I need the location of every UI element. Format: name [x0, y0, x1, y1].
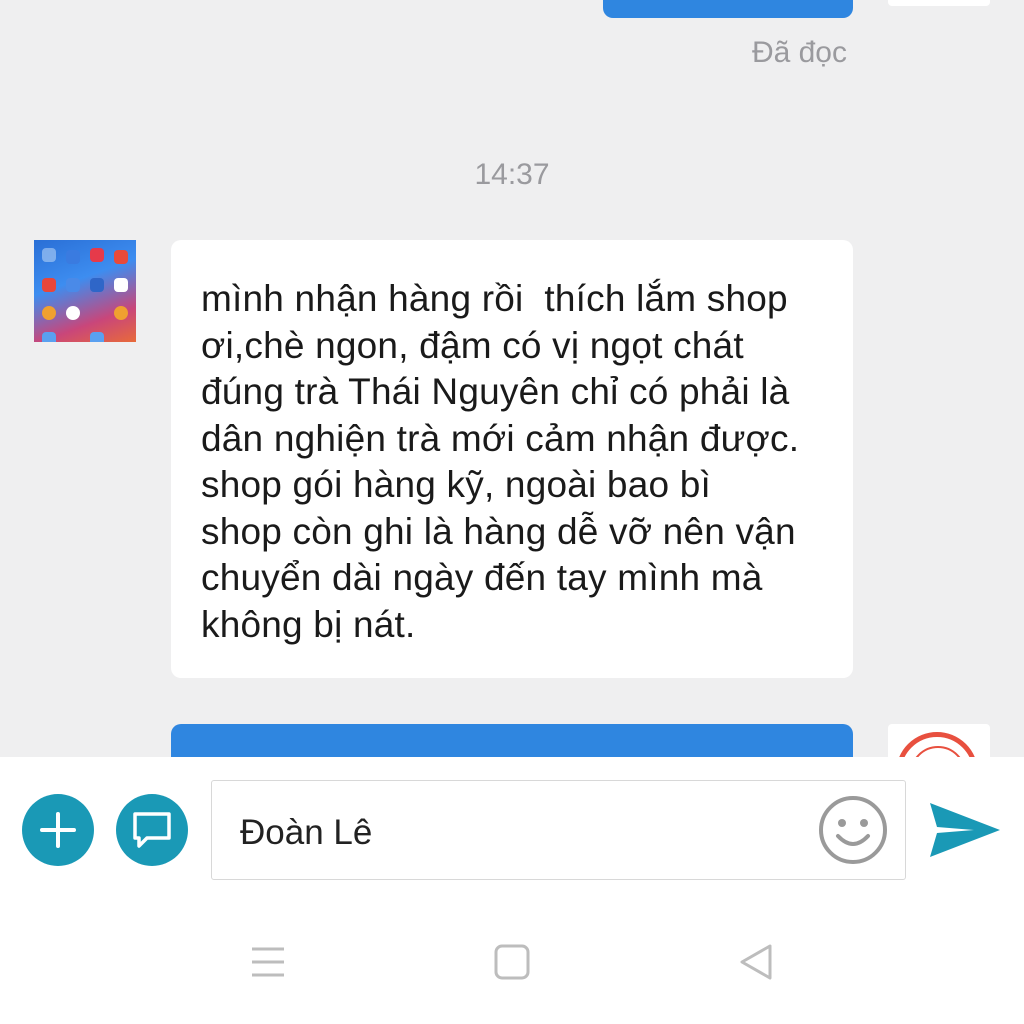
- message-timestamp: 14:37: [474, 158, 550, 191]
- square-home-icon: [494, 944, 530, 980]
- message-composer: Đoàn Lê: [0, 757, 1024, 1024]
- plus-icon: [40, 812, 76, 848]
- outgoing-message-bubble[interactable]: [171, 724, 853, 757]
- incoming-message-bubble[interactable]: mình nhận hàng rồi thích lắm shop ơi,chè…: [171, 240, 853, 678]
- message-input[interactable]: Đoàn Lê: [211, 780, 906, 880]
- system-navigation-bar: [0, 932, 1024, 992]
- incoming-message-text: mình nhận hàng rồi thích lắm shop ơi,chè…: [201, 278, 800, 645]
- outgoing-message-bubble[interactable]: [603, 0, 853, 18]
- quick-reply-button[interactable]: [116, 794, 188, 866]
- smiley-icon[interactable]: [817, 794, 889, 866]
- shop-avatar[interactable]: [888, 724, 990, 757]
- read-status: Đã đọc: [751, 36, 847, 69]
- message-input-value: Đoàn Lê: [240, 813, 373, 852]
- triangle-back-icon: [740, 944, 772, 980]
- user-avatar[interactable]: [34, 240, 136, 342]
- menu-button[interactable]: [243, 932, 293, 992]
- menu-icon: [252, 947, 284, 977]
- shop-avatar[interactable]: [888, 0, 990, 6]
- back-button[interactable]: [731, 932, 781, 992]
- speech-bubble-icon: [133, 812, 171, 848]
- add-attachment-button[interactable]: [22, 794, 94, 866]
- send-arrow-icon[interactable]: [928, 799, 1002, 861]
- chat-area[interactable]: Đã đọc 14:37 mình nhận hàng rồi thích lắ…: [0, 0, 1024, 757]
- home-button[interactable]: [487, 932, 537, 992]
